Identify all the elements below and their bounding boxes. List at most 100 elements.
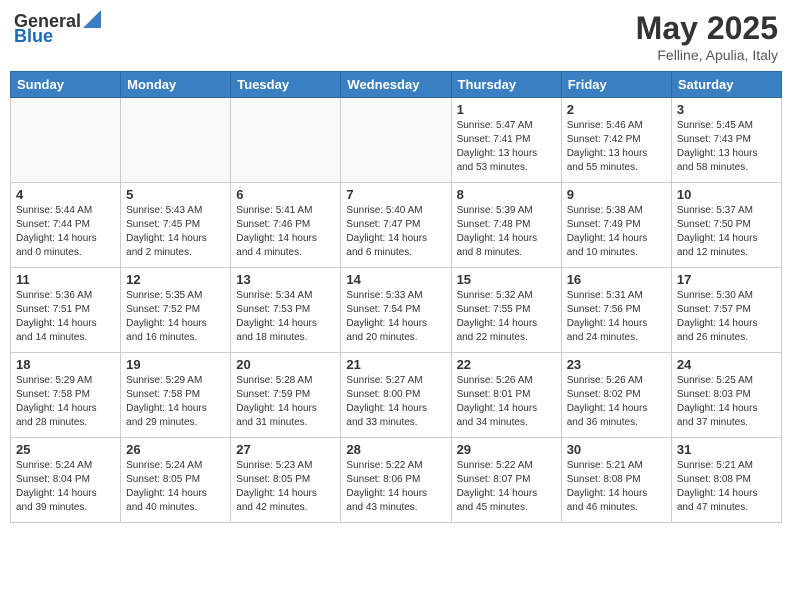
day-info: Sunrise: 5:33 AM Sunset: 7:54 PM Dayligh… bbox=[346, 289, 445, 345]
calendar-cell: 30Sunrise: 5:21 AM Sunset: 8:08 PM Dayli… bbox=[561, 438, 671, 523]
day-number: 21 bbox=[346, 357, 445, 372]
day-number: 9 bbox=[567, 187, 666, 202]
day-info: Sunrise: 5:43 AM Sunset: 7:45 PM Dayligh… bbox=[126, 204, 225, 260]
calendar-cell: 7Sunrise: 5:40 AM Sunset: 7:47 PM Daylig… bbox=[341, 183, 451, 268]
day-number: 2 bbox=[567, 102, 666, 117]
day-info: Sunrise: 5:34 AM Sunset: 7:53 PM Dayligh… bbox=[236, 289, 335, 345]
calendar-cell: 15 Sunrise: 5:32 AM Sunset: 7:55 PM Dayli… bbox=[451, 268, 561, 353]
day-number: 28 bbox=[346, 442, 445, 457]
location-title: Felline, Apulia, Italy bbox=[636, 47, 778, 63]
day-number: 24 bbox=[677, 357, 776, 372]
calendar-cell: 5 Sunrise: 5:43 AM Sunset: 7:45 PM Daylig… bbox=[121, 183, 231, 268]
day-info: Sunrise: 5:22 AM Sunset: 8:06 PM Dayligh… bbox=[346, 459, 445, 515]
day-info: Sunrise: 5:21 AM Sunset: 8:08 PM Dayligh… bbox=[677, 459, 776, 515]
day-info: Sunrise: 5:35 AM Sunset: 7:52 PM Dayligh… bbox=[126, 289, 225, 345]
logo-triangle-icon bbox=[83, 10, 101, 28]
calendar-header-row: SundayMondayTuesdayWednesdayThursdayFrid… bbox=[11, 72, 782, 98]
month-title: May 2025 bbox=[636, 10, 778, 47]
day-number: 1 bbox=[457, 102, 556, 117]
day-number: 13 bbox=[236, 272, 335, 287]
title-area: May 2025 Felline, Apulia, Italy bbox=[636, 10, 778, 63]
calendar-cell: 20 Sunrise: 5:28 AM Sunset: 7:59 PM Dayli… bbox=[231, 353, 341, 438]
calendar-cell: 23 Sunrise: 5:26 AM Sunset: 8:02 PM Dayli… bbox=[561, 353, 671, 438]
calendar-cell: 9Sunrise: 5:38 AM Sunset: 7:49 PM Daylig… bbox=[561, 183, 671, 268]
day-info: Sunrise: 5:28 AM Sunset: 7:59 PM Dayligh… bbox=[236, 374, 335, 430]
logo-blue-text: Blue bbox=[14, 26, 53, 47]
calendar-cell: 11 Sunrise: 5:36 AM Sunset: 7:51 PM Dayli… bbox=[11, 268, 121, 353]
calendar-cell: 24Sunrise: 5:25 AM Sunset: 8:03 PM Dayli… bbox=[671, 353, 781, 438]
day-number: 6 bbox=[236, 187, 335, 202]
day-info: Sunrise: 5:37 AM Sunset: 7:50 PM Dayligh… bbox=[677, 204, 776, 260]
calendar-cell: 22 Sunrise: 5:26 AM Sunset: 8:01 PM Dayli… bbox=[451, 353, 561, 438]
day-info: Sunrise: 5:36 AM Sunset: 7:51 PM Dayligh… bbox=[16, 289, 115, 345]
day-number: 17 bbox=[677, 272, 776, 287]
calendar-cell: 19 Sunrise: 5:29 AM Sunset: 7:58 PM Dayli… bbox=[121, 353, 231, 438]
day-info: Sunrise: 5:46 AM Sunset: 7:42 PM Dayligh… bbox=[567, 119, 666, 175]
day-number: 19 bbox=[126, 357, 225, 372]
calendar-cell: 12Sunrise: 5:35 AM Sunset: 7:52 PM Dayli… bbox=[121, 268, 231, 353]
calendar-cell bbox=[11, 98, 121, 183]
day-info: Sunrise: 5:32 AM Sunset: 7:55 PM Dayligh… bbox=[457, 289, 556, 345]
day-number: 11 bbox=[16, 272, 115, 287]
week-row-1: 1 Sunrise: 5:47 AM Sunset: 7:41 PM Daylig… bbox=[11, 98, 782, 183]
day-info: Sunrise: 5:45 AM Sunset: 7:43 PM Dayligh… bbox=[677, 119, 776, 175]
calendar-cell: 13 Sunrise: 5:34 AM Sunset: 7:53 PM Dayli… bbox=[231, 268, 341, 353]
day-number: 30 bbox=[567, 442, 666, 457]
calendar-cell: 14 Sunrise: 5:33 AM Sunset: 7:54 PM Dayli… bbox=[341, 268, 451, 353]
day-number: 25 bbox=[16, 442, 115, 457]
day-number: 29 bbox=[457, 442, 556, 457]
calendar-cell: 6 Sunrise: 5:41 AM Sunset: 7:46 PM Daylig… bbox=[231, 183, 341, 268]
calendar-cell: 10 Sunrise: 5:37 AM Sunset: 7:50 PM Dayli… bbox=[671, 183, 781, 268]
calendar-cell: 29 Sunrise: 5:22 AM Sunset: 8:07 PM Dayli… bbox=[451, 438, 561, 523]
day-number: 14 bbox=[346, 272, 445, 287]
day-number: 7 bbox=[346, 187, 445, 202]
calendar-cell: 21 Sunrise: 5:27 AM Sunset: 8:00 PM Dayli… bbox=[341, 353, 451, 438]
day-number: 31 bbox=[677, 442, 776, 457]
calendar-cell bbox=[341, 98, 451, 183]
calendar-cell: 3 Sunrise: 5:45 AM Sunset: 7:43 PM Daylig… bbox=[671, 98, 781, 183]
calendar-cell: 2 Sunrise: 5:46 AM Sunset: 7:42 PM Daylig… bbox=[561, 98, 671, 183]
day-header-saturday: Saturday bbox=[671, 72, 781, 98]
day-info: Sunrise: 5:31 AM Sunset: 7:56 PM Dayligh… bbox=[567, 289, 666, 345]
calendar-cell: 27 Sunrise: 5:23 AM Sunset: 8:05 PM Dayli… bbox=[231, 438, 341, 523]
calendar: SundayMondayTuesdayWednesdayThursdayFrid… bbox=[10, 71, 782, 523]
header: General Blue May 2025 Felline, Apulia, I… bbox=[10, 10, 782, 63]
day-info: Sunrise: 5:29 AM Sunset: 7:58 PM Dayligh… bbox=[126, 374, 225, 430]
calendar-cell: 25 Sunrise: 5:24 AM Sunset: 8:04 PM Dayli… bbox=[11, 438, 121, 523]
day-number: 27 bbox=[236, 442, 335, 457]
day-info: Sunrise: 5:22 AM Sunset: 8:07 PM Dayligh… bbox=[457, 459, 556, 515]
day-number: 26 bbox=[126, 442, 225, 457]
day-number: 3 bbox=[677, 102, 776, 117]
logo: General Blue bbox=[14, 10, 101, 47]
calendar-cell: 4 Sunrise: 5:44 AM Sunset: 7:44 PM Daylig… bbox=[11, 183, 121, 268]
day-info: Sunrise: 5:23 AM Sunset: 8:05 PM Dayligh… bbox=[236, 459, 335, 515]
day-number: 15 bbox=[457, 272, 556, 287]
day-number: 5 bbox=[126, 187, 225, 202]
day-number: 4 bbox=[16, 187, 115, 202]
day-number: 22 bbox=[457, 357, 556, 372]
day-number: 20 bbox=[236, 357, 335, 372]
calendar-cell: 17 Sunrise: 5:30 AM Sunset: 7:57 PM Dayli… bbox=[671, 268, 781, 353]
day-info: Sunrise: 5:24 AM Sunset: 8:04 PM Dayligh… bbox=[16, 459, 115, 515]
calendar-cell: 18Sunrise: 5:29 AM Sunset: 7:58 PM Dayli… bbox=[11, 353, 121, 438]
calendar-cell bbox=[121, 98, 231, 183]
week-row-3: 11 Sunrise: 5:36 AM Sunset: 7:51 PM Dayli… bbox=[11, 268, 782, 353]
day-number: 23 bbox=[567, 357, 666, 372]
week-row-4: 18 Sunrise: 5:29 AM Sunset: 7:58 PM Dayli… bbox=[11, 353, 782, 438]
day-info: Sunrise: 5:26 AM Sunset: 8:01 PM Dayligh… bbox=[457, 374, 556, 430]
calendar-cell: 31 Sunrise: 5:21 AM Sunset: 8:08 PM Dayli… bbox=[671, 438, 781, 523]
day-info: Sunrise: 5:47 AM Sunset: 7:41 PM Dayligh… bbox=[457, 119, 556, 175]
week-row-5: 25 Sunrise: 5:24 AM Sunset: 8:04 PM Dayli… bbox=[11, 438, 782, 523]
day-header-monday: Monday bbox=[121, 72, 231, 98]
day-info: Sunrise: 5:41 AM Sunset: 7:46 PM Dayligh… bbox=[236, 204, 335, 260]
day-number: 8 bbox=[457, 187, 556, 202]
day-info: Sunrise: 5:30 AM Sunset: 7:57 PM Dayligh… bbox=[677, 289, 776, 345]
day-header-tuesday: Tuesday bbox=[231, 72, 341, 98]
day-number: 18 bbox=[16, 357, 115, 372]
day-number: 10 bbox=[677, 187, 776, 202]
day-info: Sunrise: 5:27 AM Sunset: 8:00 PM Dayligh… bbox=[346, 374, 445, 430]
day-info: Sunrise: 5:26 AM Sunset: 8:02 PM Dayligh… bbox=[567, 374, 666, 430]
day-info: Sunrise: 5:44 AM Sunset: 7:44 PM Dayligh… bbox=[16, 204, 115, 260]
calendar-cell bbox=[231, 98, 341, 183]
day-info: Sunrise: 5:39 AM Sunset: 7:48 PM Dayligh… bbox=[457, 204, 556, 260]
